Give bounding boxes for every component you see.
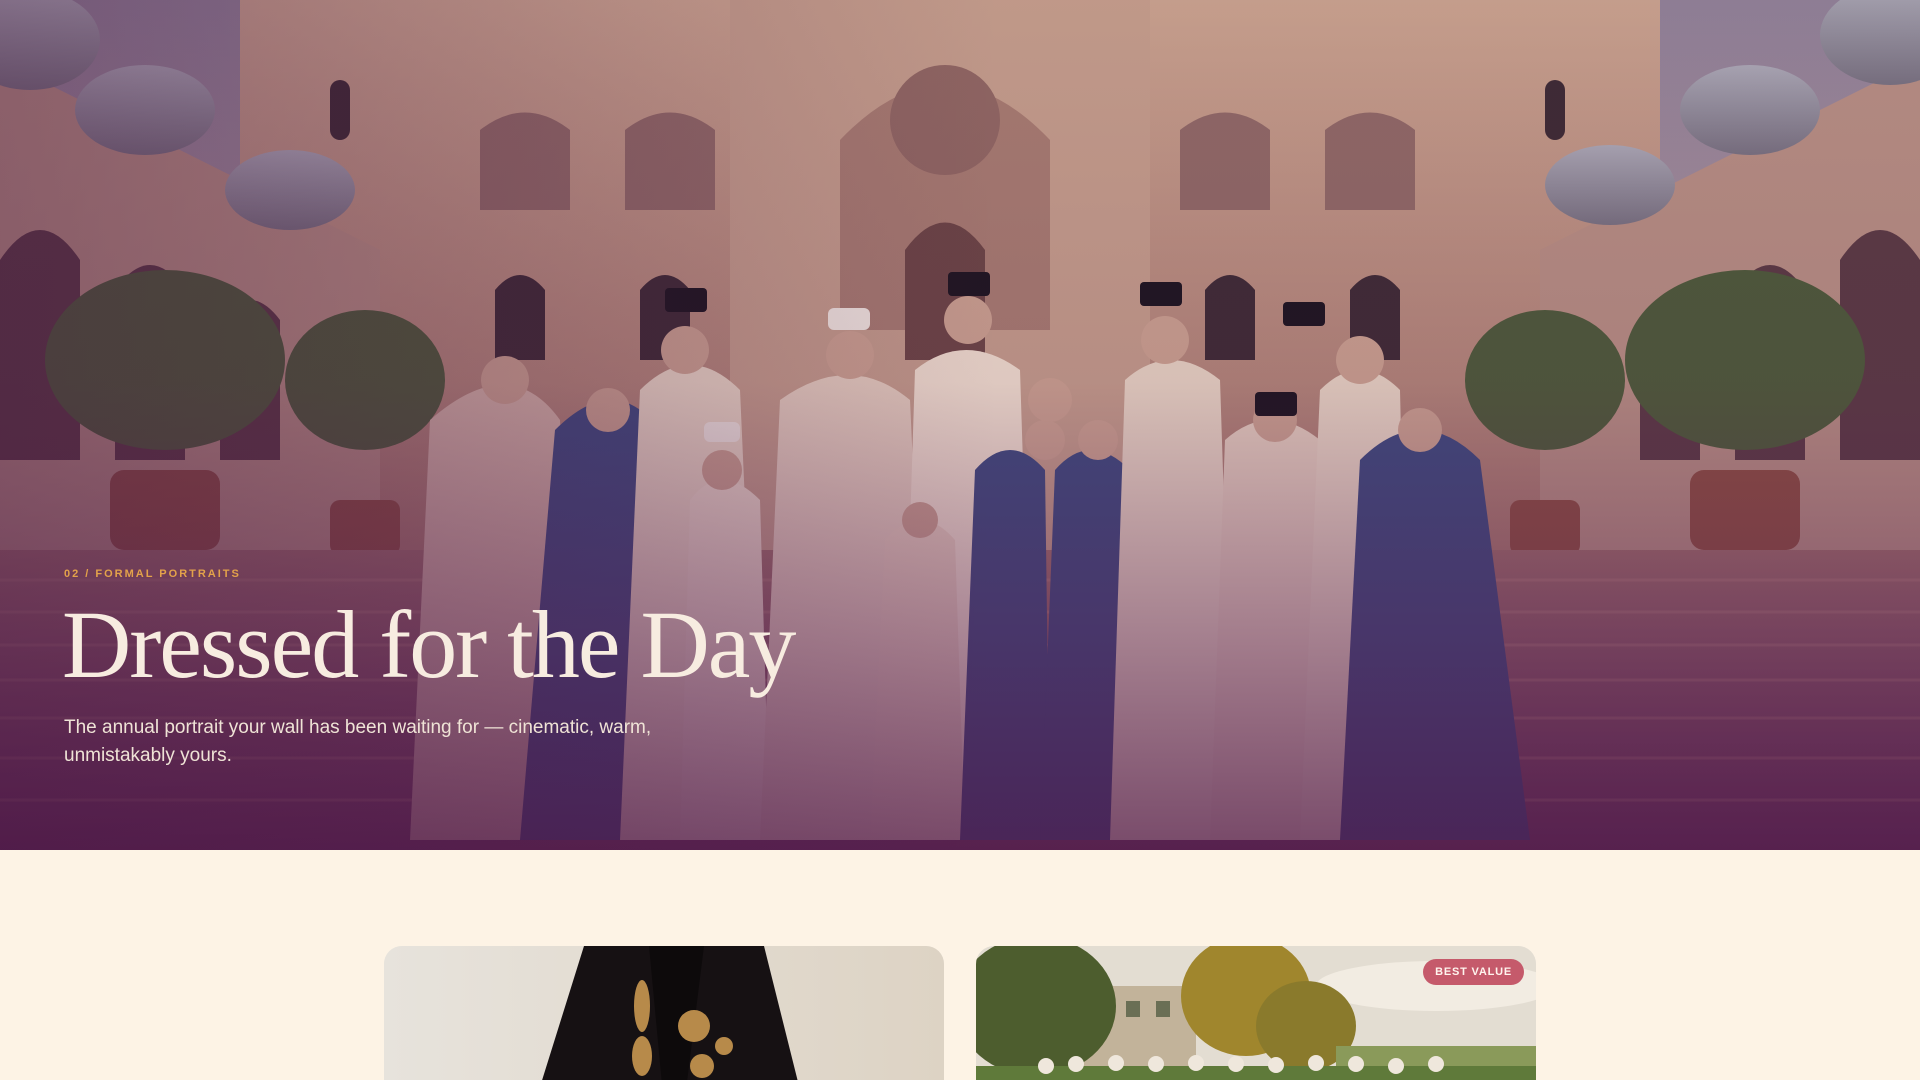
- hero-subtitle: The annual portrait your wall has been w…: [64, 717, 652, 766]
- best-value-badge: BEST VALUE: [1423, 959, 1524, 985]
- package-card-abaya[interactable]: [384, 946, 944, 1080]
- hero-section: 02 / FORMAL PORTRAITS Dressed for the Da…: [0, 0, 1920, 850]
- hero-title: Dressed for the Day: [62, 591, 796, 698]
- section-eyebrow: 02 / FORMAL PORTRAITS: [64, 568, 241, 580]
- black-embroidered-abaya-photo: [384, 946, 944, 1080]
- package-card-family[interactable]: BEST VALUE: [976, 946, 1536, 1080]
